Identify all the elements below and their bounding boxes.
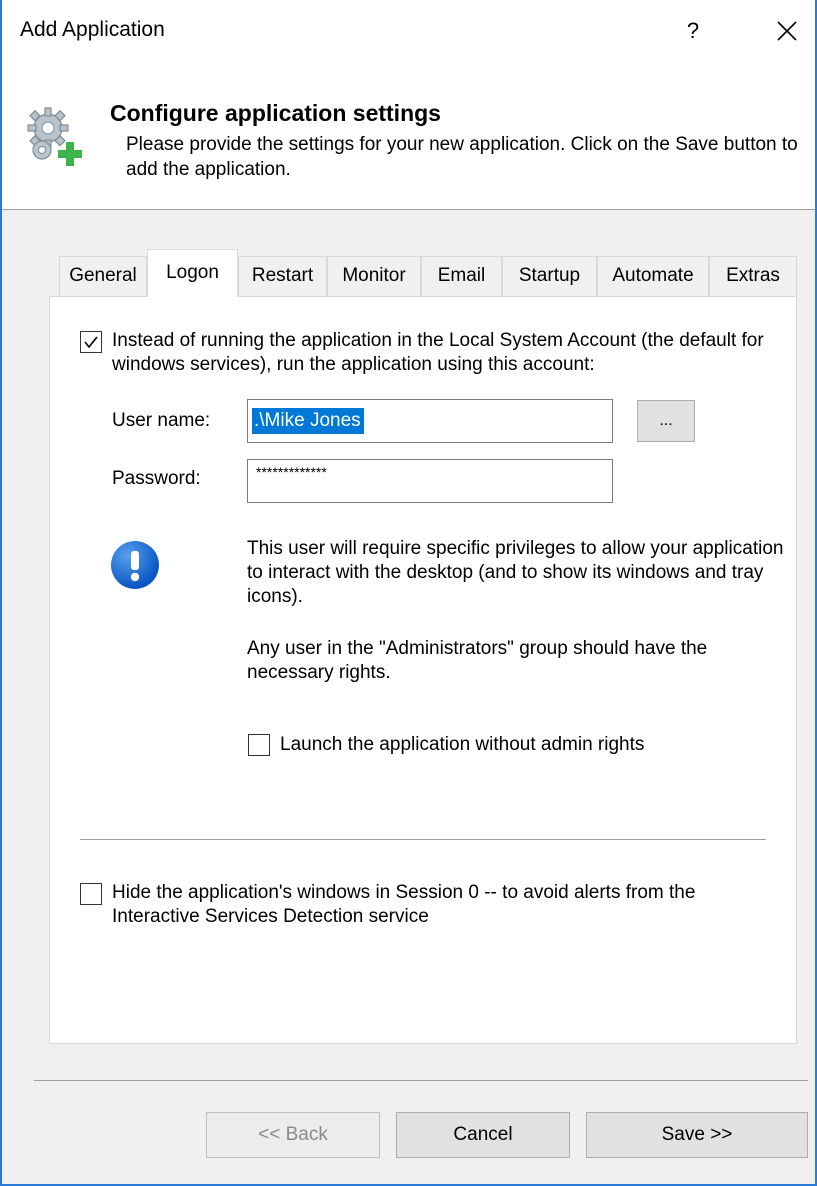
browse-user-button[interactable]: ... xyxy=(637,400,695,442)
footer-divider xyxy=(34,1080,808,1081)
logon-tab-panel: Instead of running the application in th… xyxy=(49,296,797,1044)
save-button[interactable]: Save >> xyxy=(586,1112,808,1158)
window-title: Add Application xyxy=(20,18,165,41)
no-admin-rights-label: Launch the application without admin rig… xyxy=(280,734,645,755)
tab-extras[interactable]: Extras xyxy=(709,256,797,296)
tab-monitor[interactable]: Monitor xyxy=(327,256,421,296)
run-as-account-checkbox[interactable] xyxy=(80,331,102,353)
password-value: ************* xyxy=(256,464,327,480)
header-description: Please provide the settings for your new… xyxy=(126,134,798,180)
hide-session0-checkbox[interactable] xyxy=(80,883,102,905)
username-label: User name: xyxy=(112,410,211,431)
tab-logon[interactable]: Logon xyxy=(147,249,238,297)
tab-restart[interactable]: Restart xyxy=(238,256,327,296)
no-admin-rights-checkbox[interactable] xyxy=(248,734,270,756)
title-bar: Add Application ? xyxy=(2,0,815,62)
close-button[interactable] xyxy=(764,10,810,52)
gear-add-icon xyxy=(27,107,82,166)
help-button[interactable]: ? xyxy=(670,10,716,52)
back-button[interactable]: << Back xyxy=(206,1112,380,1158)
hide-session0-label: Hide the application's windows in Sessio… xyxy=(112,882,696,927)
run-as-account-label: Instead of running the application in th… xyxy=(112,330,764,375)
username-value: .\Mike Jones xyxy=(252,408,364,434)
panel-divider xyxy=(80,839,766,840)
tab-startup[interactable]: Startup xyxy=(502,256,597,296)
header-title: Configure application settings xyxy=(110,100,441,126)
password-label: Password: xyxy=(112,468,201,489)
privileges-info-text: This user will require specific privileg… xyxy=(247,538,784,607)
tab-email[interactable]: Email xyxy=(421,256,502,296)
tab-automate[interactable]: Automate xyxy=(597,256,709,296)
administrators-info-text: Any user in the "Administrators" group s… xyxy=(247,638,708,683)
checkmark-icon xyxy=(84,336,98,349)
password-input[interactable]: ************* xyxy=(247,459,613,503)
header-banner: Configure application settings Please pr… xyxy=(2,62,815,210)
username-input[interactable]: .\Mike Jones xyxy=(247,399,613,443)
info-exclamation-icon xyxy=(111,541,159,589)
add-application-dialog: Add Application ? Configure application … xyxy=(0,0,817,1186)
cancel-button[interactable]: Cancel xyxy=(396,1112,570,1158)
tab-general[interactable]: General xyxy=(59,256,147,296)
close-icon xyxy=(777,21,797,41)
